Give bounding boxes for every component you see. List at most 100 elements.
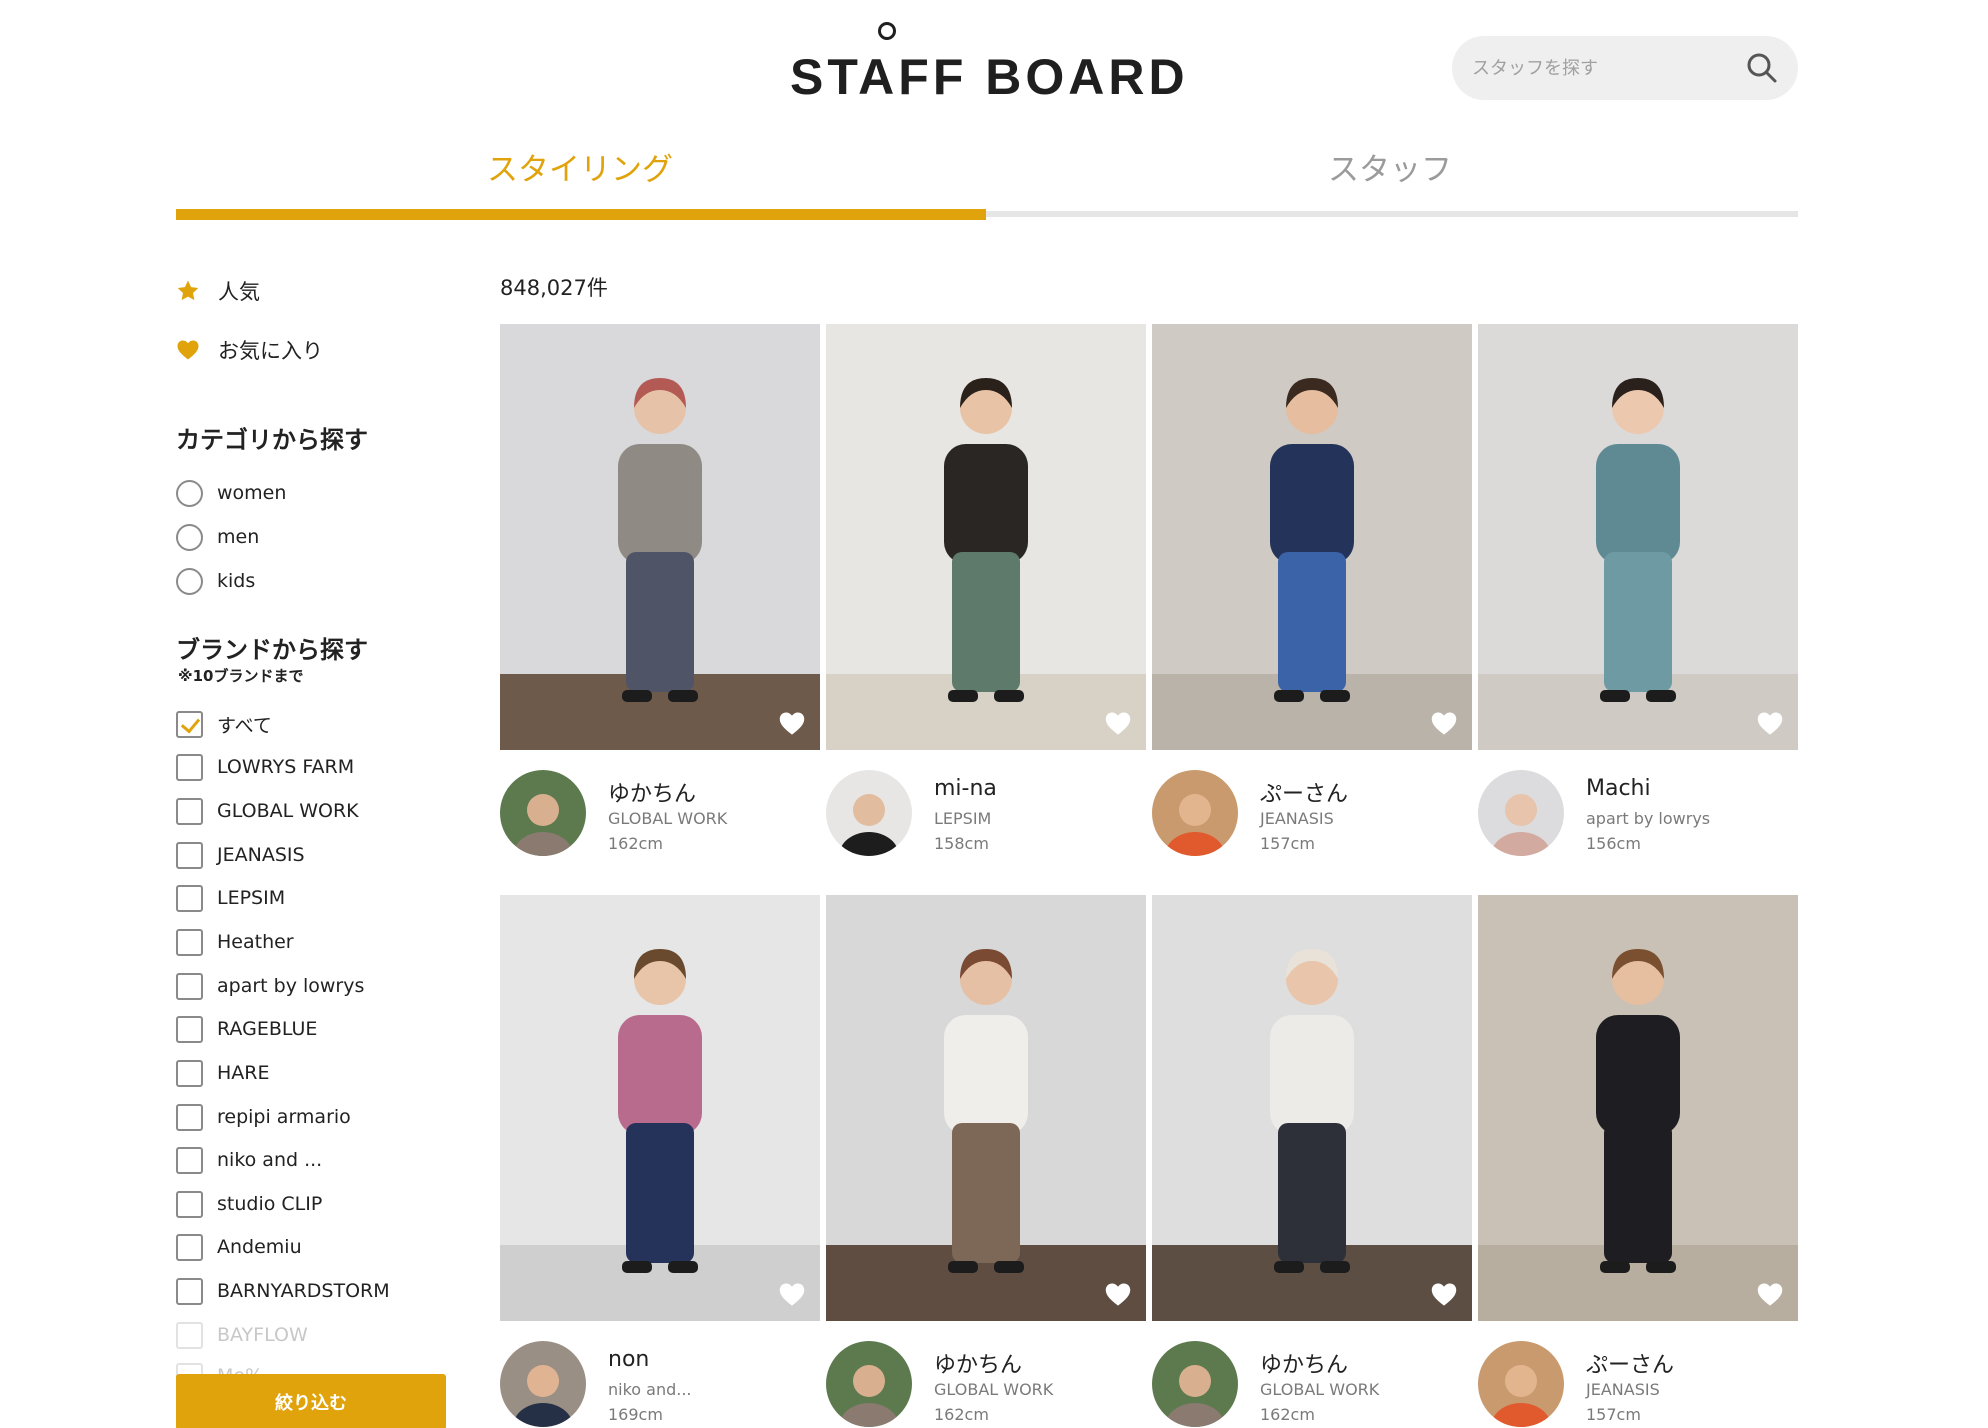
brand-checkbox[interactable] <box>176 710 203 738</box>
brand-checkbox[interactable] <box>176 797 203 825</box>
brand-checkbox[interactable] <box>176 841 203 869</box>
staff-brand: GLOBAL WORK <box>608 809 728 828</box>
brand-option[interactable]: LOWRYS FARM <box>176 752 354 782</box>
favorite-heart-icon[interactable] <box>778 710 806 736</box>
staff-name[interactable]: Machi <box>1586 776 1651 801</box>
staff-avatar[interactable] <box>1478 1341 1564 1427</box>
styling-photo[interactable] <box>500 324 820 750</box>
brand-checkbox[interactable] <box>176 1321 203 1349</box>
brand-checkbox[interactable] <box>176 1146 203 1174</box>
staff-avatar[interactable] <box>1478 770 1564 856</box>
brand-checkbox[interactable] <box>176 1277 203 1305</box>
styling-photo-image <box>826 895 1146 1321</box>
category-option-kids[interactable]: kids <box>176 566 255 596</box>
styling-photo[interactable] <box>1152 324 1472 750</box>
brand-label: すべて <box>217 714 272 737</box>
sidebar-link-label: お気に入り <box>218 339 323 363</box>
brand-label: BAYFLOW <box>217 1324 308 1346</box>
brand-checkbox[interactable] <box>176 972 203 1000</box>
active-tab-indicator <box>176 209 986 220</box>
sidebar-link-label: 人気 <box>218 280 260 304</box>
staff-brand: apart by lowrys <box>1586 809 1711 828</box>
brand-checkbox[interactable] <box>176 753 203 781</box>
staff-brand: JEANASIS <box>1260 809 1334 828</box>
favorite-heart-icon[interactable] <box>1430 710 1458 736</box>
brand-option[interactable]: BAYFLOW <box>176 1320 308 1350</box>
brand-checkbox[interactable] <box>176 928 203 956</box>
radio-button[interactable] <box>176 479 203 507</box>
styling-photo[interactable] <box>1478 895 1798 1321</box>
staff-name[interactable]: ゆかちん <box>608 776 696 808</box>
brand-label: apart by lowrys <box>217 975 365 997</box>
staff-avatar[interactable] <box>1152 1341 1238 1427</box>
brand-option[interactable]: Heather <box>176 927 294 957</box>
category-option-men[interactable]: men <box>176 522 259 552</box>
brand-label: JEANASIS <box>217 844 305 866</box>
staff-avatar[interactable] <box>500 1341 586 1427</box>
favorite-heart-icon[interactable] <box>1756 1281 1784 1307</box>
favorite-heart-icon[interactable] <box>1104 710 1132 736</box>
staff-avatar-image <box>500 770 586 856</box>
brand-option[interactable]: LEPSIM <box>176 883 285 913</box>
brand-label: niko and ... <box>217 1149 323 1171</box>
staff-avatar[interactable] <box>826 770 912 856</box>
favorite-heart-icon[interactable] <box>1104 1281 1132 1307</box>
staff-height: 157cm <box>1260 834 1315 853</box>
staff-height: 162cm <box>1260 1405 1315 1424</box>
sidebar-link-popular[interactable]: 人気 <box>176 276 260 306</box>
staff-brand: GLOBAL WORK <box>1260 1380 1380 1399</box>
staff-name[interactable]: ぷーさん <box>1586 1347 1674 1379</box>
tab-staff[interactable]: スタッフ <box>1240 144 1540 189</box>
brand-option[interactable]: Andemiu <box>176 1232 302 1262</box>
brand-checkbox[interactable] <box>176 1233 203 1261</box>
brand-option[interactable]: JEANASIS <box>176 840 305 870</box>
brand-checkbox[interactable] <box>176 884 203 912</box>
styling-photo[interactable] <box>1478 324 1798 750</box>
search-box[interactable] <box>1452 36 1798 100</box>
category-label: women <box>217 482 287 504</box>
brand-checkbox[interactable] <box>176 1059 203 1087</box>
styling-photo[interactable] <box>500 895 820 1321</box>
category-heading: カテゴリから探す <box>176 426 368 454</box>
brand-option[interactable]: RAGEBLUE <box>176 1014 317 1044</box>
favorite-heart-icon[interactable] <box>778 1281 806 1307</box>
styling-photo[interactable] <box>826 895 1146 1321</box>
staff-brand: LEPSIM <box>934 809 992 828</box>
favorite-heart-icon[interactable] <box>1430 1281 1458 1307</box>
tab-styling[interactable]: スタイリング <box>430 144 730 189</box>
staff-name[interactable]: non <box>608 1347 649 1372</box>
brand-checkbox[interactable] <box>176 1190 203 1218</box>
staff-name[interactable]: ぷーさん <box>1260 776 1348 808</box>
brand-option[interactable]: BARNYARDSTORM <box>176 1276 390 1306</box>
brand-option[interactable]: GLOBAL WORK <box>176 796 359 826</box>
brand-checkbox[interactable] <box>176 1103 203 1131</box>
brand-label: HARE <box>217 1062 270 1084</box>
staff-avatar[interactable] <box>500 770 586 856</box>
brand-option[interactable]: HARE <box>176 1058 270 1088</box>
brand-option[interactable]: studio CLIP <box>176 1189 322 1219</box>
filter-button[interactable]: 絞り込む <box>176 1374 446 1428</box>
styling-photo-image <box>500 895 820 1321</box>
search-input[interactable] <box>1472 52 1742 84</box>
category-option-women[interactable]: women <box>176 478 286 508</box>
search-icon[interactable] <box>1744 50 1780 86</box>
brand-option[interactable]: apart by lowrys <box>176 971 364 1001</box>
staff-name[interactable]: mi-na <box>934 776 997 801</box>
radio-button[interactable] <box>176 567 203 595</box>
styling-photo[interactable] <box>826 324 1146 750</box>
brand-label: repipi armario <box>217 1106 351 1128</box>
staff-avatar[interactable] <box>1152 770 1238 856</box>
staff-name[interactable]: ゆかちん <box>934 1347 1022 1379</box>
brand-label: Andemiu <box>217 1236 302 1258</box>
staff-board-logo[interactable]: STAFF BOARD <box>790 22 1185 105</box>
brand-option[interactable]: すべて <box>176 709 272 739</box>
staff-name[interactable]: ゆかちん <box>1260 1347 1348 1379</box>
favorite-heart-icon[interactable] <box>1756 710 1784 736</box>
brand-checkbox[interactable] <box>176 1015 203 1043</box>
radio-button[interactable] <box>176 523 203 551</box>
staff-avatar[interactable] <box>826 1341 912 1427</box>
brand-option[interactable]: niko and ... <box>176 1145 322 1175</box>
styling-photo[interactable] <box>1152 895 1472 1321</box>
brand-option[interactable]: repipi armario <box>176 1102 351 1132</box>
sidebar-link-favorites[interactable]: お気に入り <box>176 335 323 365</box>
